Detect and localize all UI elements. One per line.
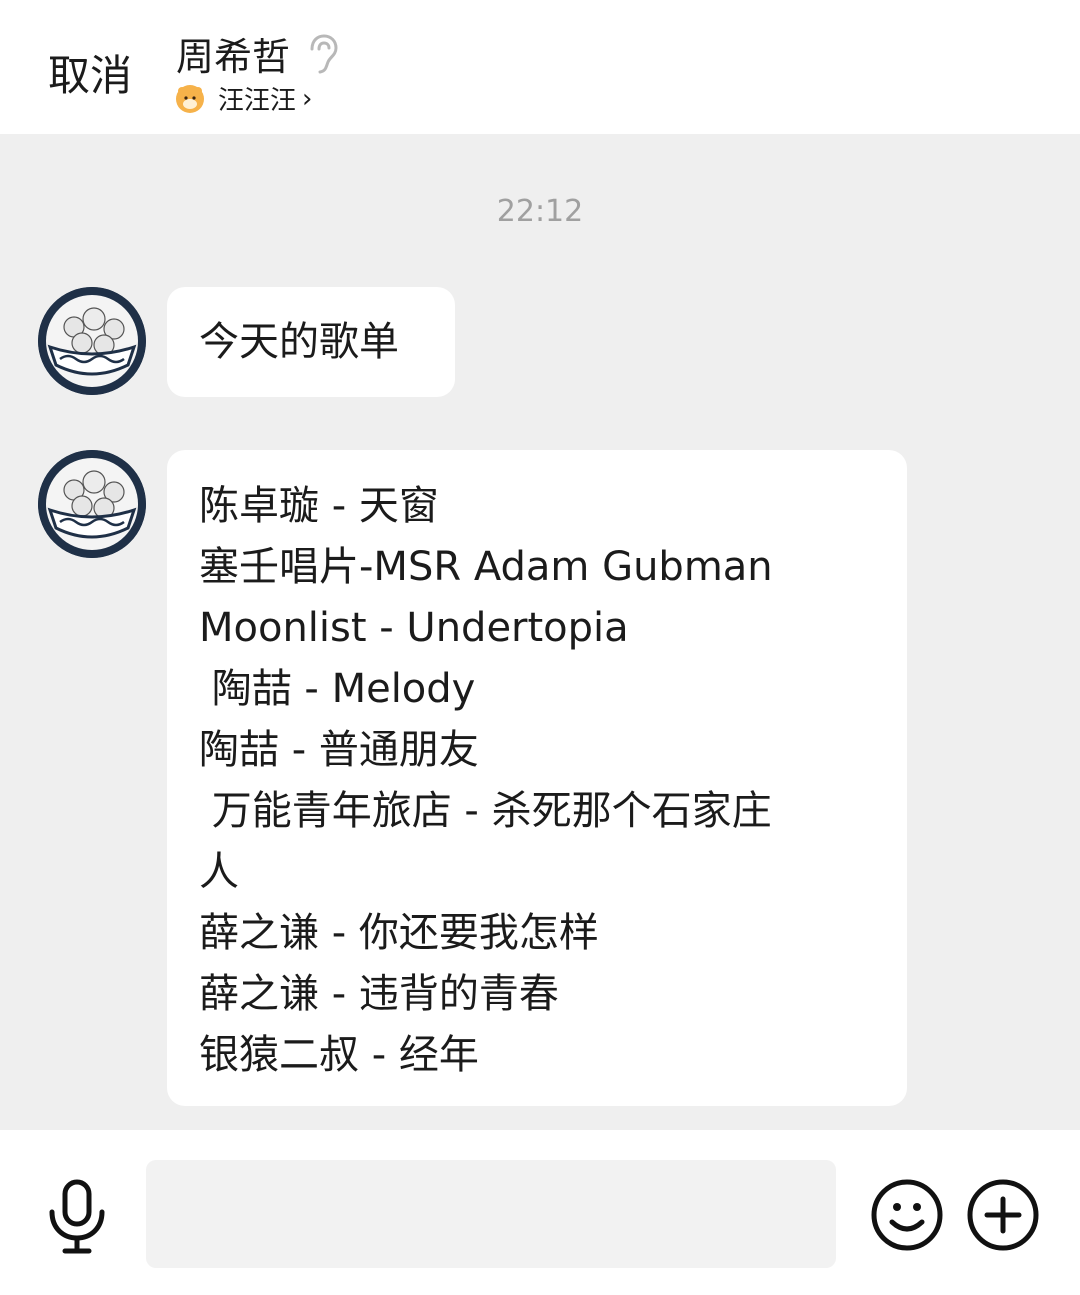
contact-name: 周希哲 xyxy=(176,35,291,79)
playlist-line: 陈卓璇 - 天窗 xyxy=(199,483,439,529)
playlist-line: 陶喆 - Melody xyxy=(199,666,476,712)
playlist-line: Moonlist - Undertopia xyxy=(199,605,629,651)
input-bar xyxy=(0,1130,1080,1295)
ear-icon[interactable] xyxy=(304,33,340,75)
message-bubble-playlist[interactable]: 陈卓璇 - 天窗 塞壬唱片-MSR Adam Gubman Moonlist -… xyxy=(167,450,907,1106)
playlist-line: 人 xyxy=(199,849,239,895)
message-bubble[interactable]: 今天的歌单 xyxy=(167,287,455,397)
message-timestamp: 22:12 xyxy=(496,194,584,229)
playlist-line: 薛之谦 - 违背的青春 xyxy=(199,971,559,1017)
playlist-line: 陶喆 - 普通朋友 xyxy=(199,727,479,773)
group-name: 汪汪汪 xyxy=(218,86,297,116)
group-link[interactable]: 汪汪汪 › xyxy=(176,80,312,117)
message-input[interactable] xyxy=(146,1160,836,1268)
playlist-line: 塞壬唱片-MSR Adam Gubman xyxy=(199,544,773,590)
sender-avatar[interactable] xyxy=(38,287,146,395)
playlist-line: 薛之谦 - 你还要我怎样 xyxy=(199,910,599,956)
emoji-smile-icon[interactable] xyxy=(870,1178,944,1252)
chat-area[interactable]: 22:12 今天的歌单 陈卓璇 - 天窗 塞壬唱片-MSR Adam Gubma… xyxy=(0,134,1080,1130)
sender-avatar[interactable] xyxy=(38,450,146,558)
chevron-right-icon: › xyxy=(302,83,313,114)
playlist-line: 银猿二叔 - 经年 xyxy=(199,1032,479,1078)
contact-title-row[interactable]: 周希哲 xyxy=(176,26,340,81)
microphone-icon[interactable] xyxy=(46,1178,108,1256)
playlist-line: 万能青年旅店 - 杀死那个石家庄 xyxy=(199,788,772,834)
chat-header: 取消 周希哲 汪汪汪 › xyxy=(0,0,1080,134)
hamster-avatar-icon xyxy=(176,84,204,113)
cancel-button[interactable]: 取消 xyxy=(48,42,132,103)
plus-circle-icon[interactable] xyxy=(966,1178,1040,1252)
